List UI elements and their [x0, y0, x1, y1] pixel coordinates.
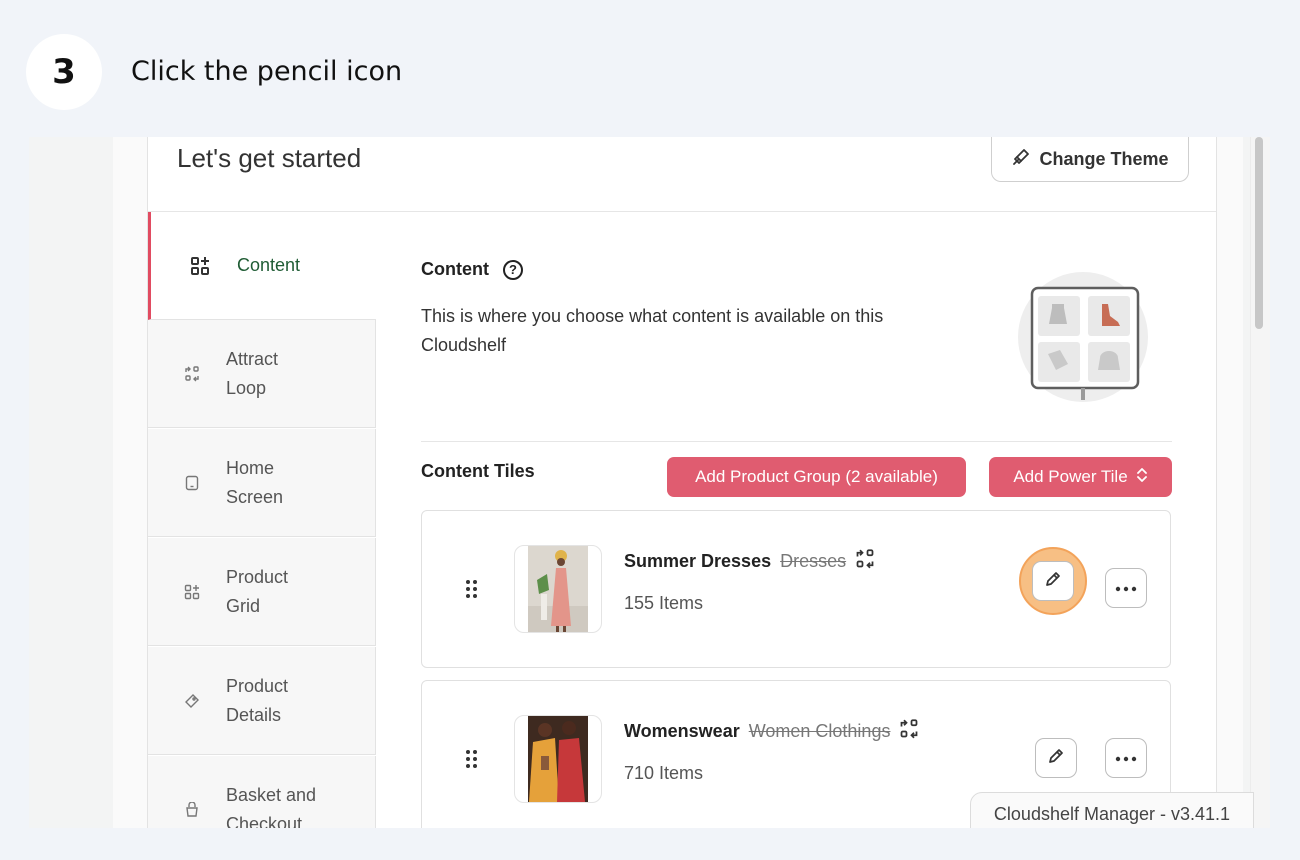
drag-handle-icon[interactable] — [466, 750, 477, 768]
sidebar-item-label: Basket and — [226, 784, 317, 805]
grid-plus-icon — [189, 255, 211, 277]
more-options-button[interactable] — [1105, 568, 1147, 608]
more-dots-icon — [1115, 749, 1137, 767]
tag-icon — [184, 693, 200, 709]
sidebar-item-label: Product — [226, 675, 289, 696]
change-theme-button[interactable]: Change Theme — [991, 137, 1189, 182]
tile-item-count: 155 Items — [624, 593, 704, 613]
pencil-icon — [1043, 569, 1063, 594]
sidebar-item-label: Screen — [226, 486, 284, 507]
tile-title: Summer Dresses — [624, 551, 772, 571]
sidebar-item-product-details[interactable]: Product Details — [148, 647, 376, 755]
sidebar-item-product-grid[interactable]: Product Grid — [148, 538, 376, 646]
content-tile-summer-dresses: Summer Dresses Dresses 155 Items — [421, 510, 1171, 668]
setup-card: Let's get started Change Theme Content A… — [147, 137, 1217, 828]
sidebar-item-label: Checkout — [226, 813, 303, 829]
tile-original-name: Women Clothings — [748, 721, 891, 741]
loop-arrows-icon — [184, 365, 200, 382]
content-description: This is where you choose what content is… — [421, 306, 884, 355]
tile-item-count: 710 Items — [624, 763, 704, 783]
sidebar-item-label: Loop — [226, 377, 267, 398]
tile-name: Summer Dresses Dresses — [624, 549, 875, 574]
add-product-group-label: Add Product Group (2 available) — [695, 467, 938, 486]
sidebar-item-content[interactable]: Content — [148, 212, 376, 320]
tablet-icon — [184, 475, 200, 491]
sidebar-item-label: Details — [226, 704, 282, 725]
tiles-divider — [421, 441, 1172, 442]
scrollbar-thumb[interactable] — [1255, 137, 1263, 329]
loop-arrows-icon — [899, 719, 919, 744]
tile-title: Womenswear — [624, 721, 740, 741]
version-label: Cloudshelf Manager - v3.41.1 — [970, 792, 1254, 828]
edit-button[interactable] — [1035, 738, 1077, 778]
add-power-tile-label: Add Power Tile — [1013, 467, 1128, 486]
step-instruction: Click the pencil icon — [131, 56, 403, 87]
step-number-badge: 3 — [26, 34, 102, 110]
drag-handle-icon[interactable] — [466, 580, 477, 598]
tile-thumbnail — [514, 545, 602, 633]
app-panel: Let's get started Change Theme Content A… — [113, 137, 1243, 828]
edit-button[interactable] — [1032, 561, 1074, 601]
sidebar-item-basket-checkout[interactable]: Basket and Checkout — [148, 756, 376, 828]
more-options-button[interactable] — [1105, 738, 1147, 778]
pencil-icon — [1046, 746, 1066, 771]
change-theme-label: Change Theme — [1039, 148, 1169, 169]
content-illustration — [1018, 272, 1148, 402]
sidebar-item-label: Home — [226, 457, 275, 478]
tile-name: Womenswear Women Clothings — [624, 719, 919, 744]
content-tiles-heading: Content Tiles — [421, 461, 535, 481]
sidebar-item-label: Content — [237, 255, 301, 275]
sidebar-item-label: Product — [226, 566, 289, 587]
tile-thumbnail — [514, 715, 602, 803]
more-dots-icon — [1115, 579, 1137, 597]
loop-arrows-icon — [855, 549, 875, 574]
help-icon[interactable]: ? — [502, 259, 523, 280]
add-product-group-button[interactable]: Add Product Group (2 available) — [667, 457, 966, 497]
grid-plus-icon — [184, 584, 200, 600]
settings-sidebar: Content Attract Loop Home Screen Product… — [148, 212, 377, 828]
sidebar-item-label: Attract — [226, 348, 279, 369]
tile-original-name: Dresses — [780, 551, 847, 571]
basket-icon — [184, 801, 200, 818]
screenshot-frame: Let's get started Change Theme Content A… — [29, 137, 1270, 828]
content-section-title: Content ? — [421, 259, 523, 280]
sidebar-item-label: Grid — [226, 595, 261, 616]
sidebar-item-attract-loop[interactable]: Attract Loop — [148, 320, 376, 428]
paint-brush-icon — [1011, 147, 1031, 172]
sidebar-item-home-screen[interactable]: Home Screen — [148, 429, 376, 537]
chevron-up-down-icon — [1136, 467, 1148, 488]
add-power-tile-button[interactable]: Add Power Tile — [989, 457, 1172, 497]
page-title: Let's get started — [177, 143, 362, 173]
content-heading: Content — [421, 259, 489, 279]
